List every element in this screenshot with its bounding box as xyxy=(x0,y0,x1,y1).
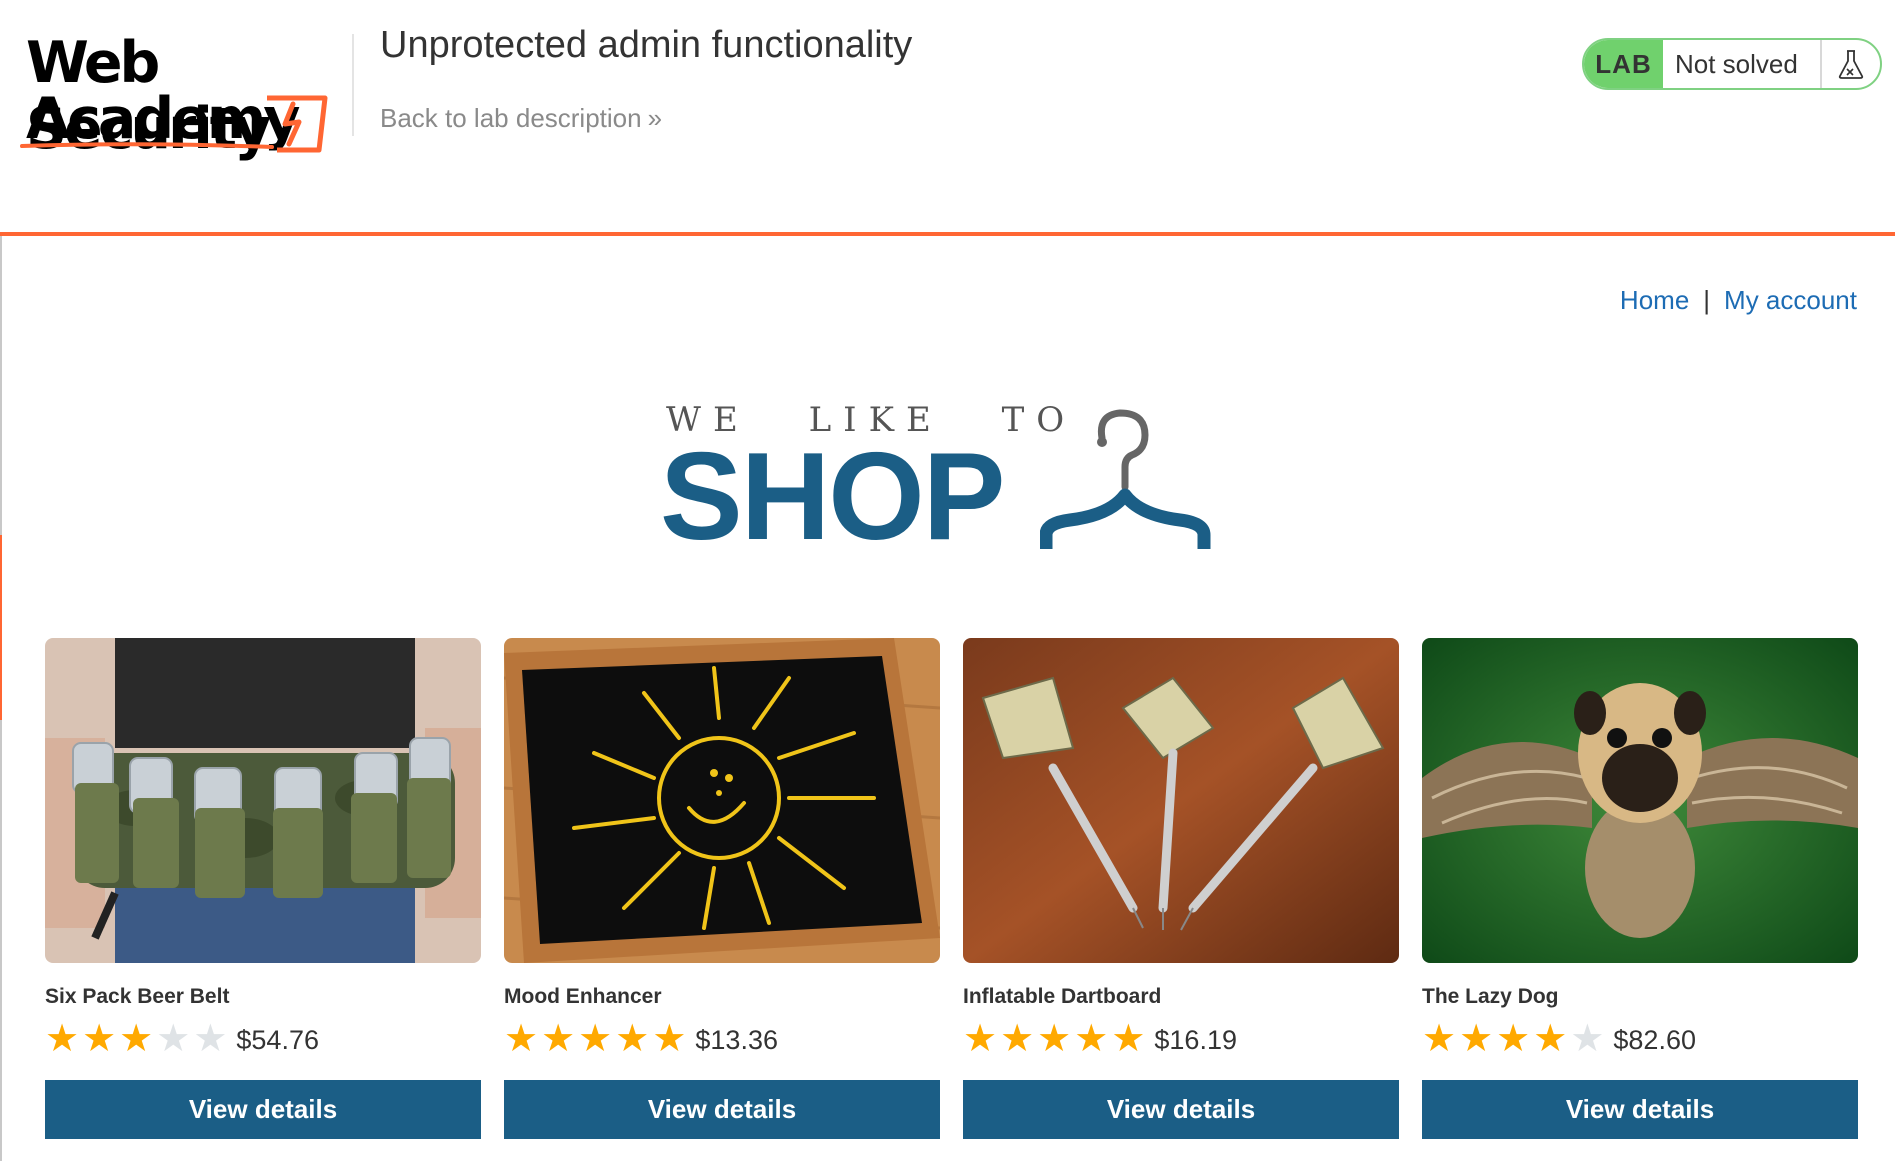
darts-image xyxy=(963,638,1399,963)
product-name: Mood Enhancer xyxy=(504,985,662,1008)
view-details-button[interactable]: View details xyxy=(1422,1080,1858,1139)
product-card: The Lazy Dog ★ ★ ★ ★ ★ $82.60 View details xyxy=(1422,638,1858,1139)
product-name: Six Pack Beer Belt xyxy=(45,985,230,1008)
star-filled-icon: ★ xyxy=(1000,1016,1035,1060)
product-card: Inflatable Dartboard ★ ★ ★ ★ ★ $16.19 View d… xyxy=(963,638,1399,1139)
product-rating: ★ ★ ★ ★ ★ $13.36 xyxy=(504,1018,778,1058)
star-empty-icon: ★ xyxy=(1570,1016,1605,1060)
star-filled-icon: ★ xyxy=(1459,1016,1494,1060)
star-filled-icon: ★ xyxy=(119,1016,154,1060)
chalkboard-sun-image xyxy=(504,638,940,963)
web-security-academy-logo[interactable]: Web Security Academy xyxy=(20,30,355,162)
product-name: Inflatable Dartboard xyxy=(963,985,1162,1008)
star-filled-icon: ★ xyxy=(1422,1016,1457,1060)
lab-badge: LAB xyxy=(1584,40,1663,88)
nav-separator: | xyxy=(1703,285,1711,315)
hanger-icon xyxy=(1040,409,1211,549)
star-filled-icon: ★ xyxy=(504,1016,539,1060)
flask-icon xyxy=(1820,40,1880,88)
shop-banner: WE LIKE TO SHOP xyxy=(660,395,1240,565)
my-account-link[interactable]: My account xyxy=(1724,285,1857,315)
back-link-label: Back to lab description xyxy=(380,103,642,133)
star-filled-icon: ★ xyxy=(82,1016,117,1060)
lab-status-widget[interactable]: LAB Not solved xyxy=(1582,38,1882,90)
star-filled-icon: ★ xyxy=(1074,1016,1109,1060)
beer-belt-image xyxy=(45,638,481,963)
view-details-button[interactable]: View details xyxy=(504,1080,940,1139)
star-filled-icon: ★ xyxy=(45,1016,80,1060)
product-rating: ★ ★ ★ ★ ★ $82.60 xyxy=(1422,1018,1696,1058)
star-empty-icon: ★ xyxy=(156,1016,191,1060)
star-filled-icon: ★ xyxy=(541,1016,576,1060)
product-price: $16.19 xyxy=(1154,1024,1237,1055)
product-rating: ★ ★ ★ ★ ★ $54.76 xyxy=(45,1018,319,1058)
academy-header: Web Security Academy Unprotected admin f… xyxy=(0,0,1895,236)
view-details-button[interactable]: View details xyxy=(963,1080,1399,1139)
product-price: $82.60 xyxy=(1613,1024,1696,1055)
flying-pug-image xyxy=(1422,638,1858,963)
header-divider xyxy=(352,34,354,136)
lab-title: Unprotected admin functionality xyxy=(380,24,913,66)
star-filled-icon: ★ xyxy=(1111,1016,1146,1060)
product-grid: Six Pack Beer Belt ★ ★ ★ ★ ★ $54.76 View det… xyxy=(45,638,1860,1139)
star-filled-icon: ★ xyxy=(652,1016,687,1060)
star-filled-icon: ★ xyxy=(1037,1016,1072,1060)
logo-underline xyxy=(20,142,274,149)
product-price: $54.76 xyxy=(236,1024,319,1055)
product-card: Mood Enhancer ★ ★ ★ ★ ★ $13.36 View details xyxy=(504,638,940,1139)
back-to-lab-description-link[interactable]: Back to lab description» xyxy=(380,103,663,134)
product-name: The Lazy Dog xyxy=(1422,985,1559,1008)
double-chevron-right-icon: » xyxy=(647,103,663,133)
lab-status-text: Not solved xyxy=(1675,48,1798,79)
top-nav: Home | My account xyxy=(1620,285,1857,316)
product-card: Six Pack Beer Belt ★ ★ ★ ★ ★ $54.76 View det… xyxy=(45,638,481,1139)
star-filled-icon: ★ xyxy=(963,1016,998,1060)
product-price: $13.36 xyxy=(695,1024,778,1055)
star-empty-icon: ★ xyxy=(193,1016,228,1060)
star-filled-icon: ★ xyxy=(1496,1016,1531,1060)
banner-title: SHOP xyxy=(660,428,1005,566)
view-details-button[interactable]: View details xyxy=(45,1080,481,1139)
home-link[interactable]: Home xyxy=(1620,285,1689,315)
star-filled-icon: ★ xyxy=(1533,1016,1568,1060)
window-left-edge-accent xyxy=(0,535,2,720)
star-filled-icon: ★ xyxy=(615,1016,650,1060)
star-filled-icon: ★ xyxy=(578,1016,613,1060)
product-rating: ★ ★ ★ ★ ★ $16.19 xyxy=(963,1018,1237,1058)
